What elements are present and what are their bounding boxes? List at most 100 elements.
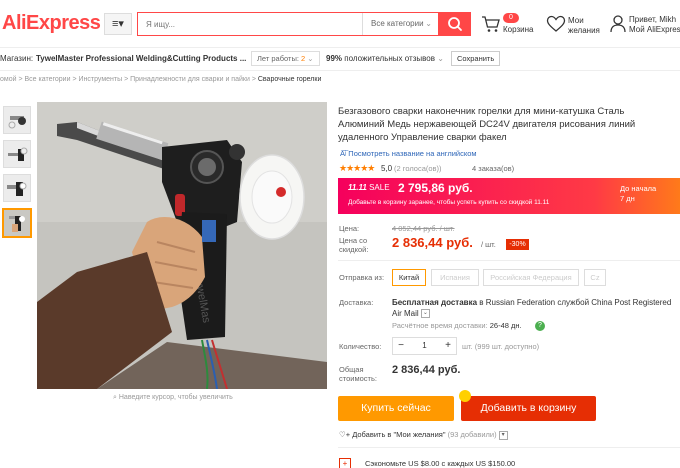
divider (338, 447, 680, 448)
ship-from-russia[interactable]: Российская Федерация (483, 269, 579, 286)
chevron-down-icon: ⌄ (307, 54, 314, 63)
search-bar: Все категории ⌄ (137, 12, 439, 36)
quantity-increase-button[interactable]: + (440, 338, 456, 354)
delivery-estimate: Расчётное время доставки: 26-48 дн. (392, 321, 522, 330)
help-icon[interactable]: ? (535, 321, 545, 331)
countdown-label: До начала (620, 184, 657, 193)
sale-countdown: До начала 7 дн (620, 184, 656, 204)
search-category-select[interactable]: Все категории ⌄ (362, 13, 438, 35)
quantity-available: шт. (999 шт. доступно) (462, 342, 540, 351)
zoom-hint-text: Наведите курсор, чтобы увеличить (118, 394, 233, 401)
price-unit: / шт. (481, 240, 496, 249)
orders-count: 4 заказа(ов) (472, 164, 515, 173)
breadcrumb-item-welding-torches[interactable]: Сварочные горелки (258, 76, 322, 83)
breadcrumb-item-home[interactable]: омой (0, 76, 17, 83)
account-menu[interactable]: Привет, Mikh Мой AliExpress (629, 15, 680, 35)
total-label-line2: стоимость: (339, 374, 377, 383)
user-icon[interactable] (610, 14, 626, 34)
store-years-label: Лет работы: (257, 54, 299, 63)
search-category-label: Все категории (371, 19, 424, 28)
store-prefix: Магазин: (0, 54, 34, 63)
magnifier-icon: ⌕ (113, 394, 117, 401)
quantity-input[interactable]: 1 (409, 338, 440, 354)
breadcrumb-item-tools[interactable]: Инструменты (78, 76, 122, 83)
save-store-button[interactable]: Сохранить (451, 51, 501, 66)
original-price: 4 052,44 руб. / шт. (392, 224, 455, 233)
quantity-decrease-button[interactable]: − (393, 338, 409, 354)
delivery-estimate-label: Расчётное время доставки: (392, 321, 488, 330)
wishlist-link[interactable]: Мои желания (568, 16, 604, 36)
sale-tag-label: SALE (369, 183, 390, 192)
my-aliexpress-link: Мой AliExpress (629, 25, 680, 34)
heart-plus-icon: ♡+ (339, 430, 351, 439)
delivery-method[interactable]: Бесплатная доставка в Russian Federation… (392, 297, 678, 319)
wishlist-count: (93 добавили) (447, 430, 497, 439)
gallery-thumbnail[interactable] (3, 174, 31, 202)
ship-from-china[interactable]: Китай (392, 269, 426, 286)
add-to-wishlist[interactable]: ♡+ Добавить в "Мои желания" (93 добавили… (339, 430, 508, 440)
coupon-icon: + (339, 458, 351, 468)
search-button[interactable] (439, 12, 471, 36)
search-input[interactable] (138, 13, 362, 35)
product-title: Безгазового сварки наконечник горелки дл… (338, 106, 636, 143)
store-years-badge: Лет работы: 2 ⌄ (251, 51, 320, 66)
breadcrumb-item-all-categories[interactable]: Все категории (25, 76, 71, 83)
translate-link-text: Посмотреть название на английском (348, 149, 477, 158)
aliexpress-logo[interactable]: AliExpress (2, 12, 101, 35)
free-shipping-text: Бесплатная доставка (392, 298, 478, 307)
heart-icon[interactable] (546, 15, 566, 33)
discount-price-label-line1: Цена со (339, 236, 368, 245)
chevron-down-icon: ⌄ (437, 54, 444, 63)
chevron-down-icon[interactable]: ▾ (498, 430, 508, 440)
translate-icon: A͞ʲ (340, 149, 347, 158)
wishlist-label-line2: желания (568, 26, 600, 35)
discount-price: 2 836,44 руб. (392, 235, 473, 250)
discount-badge: -30% (506, 239, 529, 250)
breadcrumb: омой > Все категории > Инструменты > При… (0, 76, 322, 83)
sale-tag: 11.11 SALE (348, 183, 390, 192)
cart-label[interactable]: Корзина (503, 25, 533, 34)
store-rating[interactable]: 99% положительных отзывов ⌄ (326, 54, 444, 63)
cart-icon[interactable] (481, 14, 501, 34)
savings-offer[interactable]: Сэкономьте US $8.00 с каждых US $150.00 (365, 459, 515, 468)
divider (338, 260, 680, 261)
promo-sparkle-icon (459, 390, 471, 402)
discount-price-label-line2: скидкой: (339, 245, 369, 254)
category-menu-button[interactable]: ≡▾ (104, 13, 132, 35)
store-name-link[interactable]: TywelMaster Professional Welding&Cutting… (36, 54, 246, 63)
total-price: 2 836,44 руб. (392, 364, 461, 376)
gallery-thumbnail-active[interactable] (2, 208, 32, 238)
sale-tag-date: 11.11 (348, 183, 367, 192)
countdown-value: 7 дн (620, 194, 635, 203)
chevron-down-icon: ⌄ (425, 19, 432, 28)
ship-from-cz[interactable]: Cz (584, 269, 606, 286)
product-main-image[interactable]: TywelMas (37, 102, 327, 389)
sale-price: 2 795,86 руб. (398, 181, 473, 195)
store-rating-label: положительных отзывов (344, 54, 435, 63)
quantity-stepper: − 1 + (392, 337, 457, 355)
total-label: Общая стоимость: (339, 365, 377, 383)
discount-price-label: Цена со скидкой: (339, 236, 368, 254)
total-label-line1: Общая (339, 365, 364, 374)
sale-description: Добавьте в корзину заранее, чтобы успеть… (348, 199, 550, 206)
cart-count-badge: 0 (503, 13, 519, 23)
add-to-cart-button[interactable]: Добавить в корзину (461, 396, 596, 421)
translate-link[interactable]: A͞ʲ Посмотреть название на английском (340, 149, 477, 158)
zoom-hint: ⌕ Наведите курсор, чтобы увеличить (113, 394, 233, 402)
gallery-thumbnail[interactable] (3, 106, 31, 134)
gallery-thumbnail[interactable] (3, 140, 31, 168)
greeting-text: Привет, Mikh (629, 15, 677, 24)
store-years-value: 2 (301, 54, 306, 63)
rating-votes-link[interactable]: (2 голоса(ов)) (394, 164, 442, 173)
breadcrumb-item-welding-accessories[interactable]: Принадлежности для сварки и пайки (130, 76, 250, 83)
rating-value: 5,0 (381, 164, 393, 173)
rating-stars[interactable]: ★★★★★ (339, 163, 375, 174)
chevron-down-icon[interactable]: ⌄ (420, 309, 430, 319)
store-rating-value: 99% (326, 54, 343, 63)
quantity-label: Количество: (339, 342, 382, 351)
price-label: Цена: (339, 224, 360, 233)
wishlist-label-line1: Мои (568, 16, 584, 25)
buy-now-button[interactable]: Купить сейчас (338, 396, 454, 421)
ship-from-label: Отправка из: (339, 273, 385, 282)
ship-from-spain[interactable]: Испания (431, 269, 479, 286)
